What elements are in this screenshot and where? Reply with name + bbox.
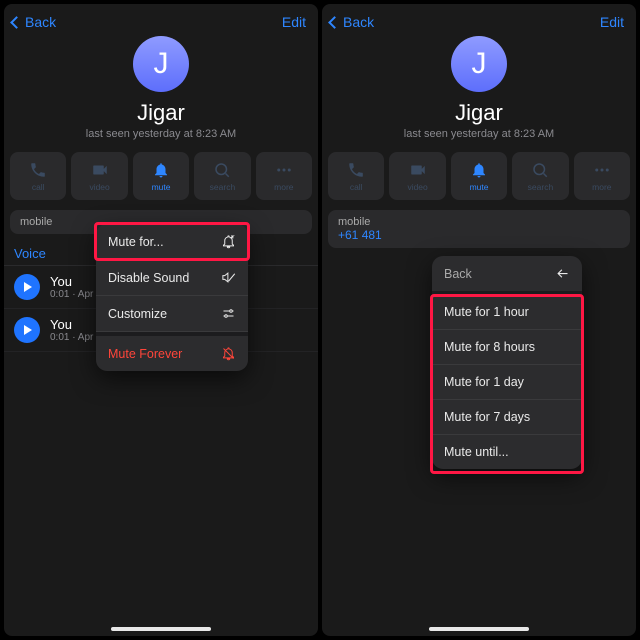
search-icon	[213, 161, 231, 179]
bell-icon	[470, 161, 488, 179]
mobile-number: +61 481	[338, 228, 620, 242]
back-button[interactable]: Back	[12, 14, 56, 30]
chevron-left-icon	[328, 16, 341, 29]
mute-7d-item[interactable]: Mute for 7 days	[432, 400, 582, 435]
phone-icon	[29, 161, 47, 179]
sliders-icon	[221, 306, 236, 321]
bell-icon	[152, 161, 170, 179]
mute-until-item[interactable]: Mute until...	[432, 435, 582, 469]
back-label: Back	[343, 14, 374, 30]
edit-button[interactable]: Edit	[282, 14, 306, 30]
customize-label: Customize	[108, 307, 167, 321]
mute-1d-item[interactable]: Mute for 1 day	[432, 365, 582, 400]
phone-screen-left: Back Edit J Jigar last seen yesterday at…	[4, 4, 318, 636]
avatar-initial: J	[154, 47, 169, 81]
call-action[interactable]: call	[328, 152, 384, 200]
video-action[interactable]: video	[71, 152, 127, 200]
mute-forever-label: Mute Forever	[108, 347, 182, 361]
back-button[interactable]: Back	[330, 14, 374, 30]
call-label: call	[350, 182, 363, 192]
disable-sound-label: Disable Sound	[108, 271, 189, 285]
play-icon	[24, 282, 32, 292]
avatar-initial: J	[472, 47, 487, 81]
search-label: search	[528, 182, 554, 192]
search-action[interactable]: search	[194, 152, 250, 200]
search-action[interactable]: search	[512, 152, 568, 200]
bell-z-icon	[221, 234, 236, 249]
search-icon	[531, 161, 549, 179]
video-icon	[91, 161, 109, 179]
mute-action[interactable]: mute	[133, 152, 189, 200]
chevron-left-icon	[10, 16, 23, 29]
contact-name: Jigar	[322, 100, 636, 126]
play-button[interactable]	[14, 274, 40, 300]
play-button[interactable]	[14, 317, 40, 343]
popup-back-item[interactable]: Back	[432, 256, 582, 295]
mute-label: mute	[152, 182, 171, 192]
action-row: call video mute search more	[4, 152, 318, 200]
video-action[interactable]: video	[389, 152, 445, 200]
mute-label: mute	[470, 182, 489, 192]
more-action[interactable]: more	[574, 152, 630, 200]
disable-sound-item[interactable]: Disable Sound	[96, 260, 248, 296]
mute-for-label: Mute for...	[108, 235, 164, 249]
mute-for-item[interactable]: Mute for...	[96, 224, 248, 260]
home-indicator[interactable]	[111, 627, 211, 631]
speaker-off-icon	[221, 270, 236, 285]
mute-action[interactable]: mute	[451, 152, 507, 200]
action-row: call video mute search more	[322, 152, 636, 200]
more-label: more	[274, 182, 293, 192]
back-label: Back	[25, 14, 56, 30]
video-icon	[409, 161, 427, 179]
contact-name: Jigar	[4, 100, 318, 126]
mute-8h-item[interactable]: Mute for 8 hours	[432, 330, 582, 365]
bell-off-icon	[221, 346, 236, 361]
more-icon	[593, 161, 611, 179]
mute-forever-item[interactable]: Mute Forever	[96, 332, 248, 371]
avatar[interactable]: J	[133, 36, 189, 92]
last-seen: last seen yesterday at 8:23 AM	[322, 128, 636, 140]
avatar[interactable]: J	[451, 36, 507, 92]
edit-button[interactable]: Edit	[600, 14, 624, 30]
mute-1h-item[interactable]: Mute for 1 hour	[432, 295, 582, 330]
home-indicator[interactable]	[429, 627, 529, 631]
arrow-left-icon	[555, 266, 570, 281]
search-label: search	[210, 182, 236, 192]
mobile-label: mobile	[338, 216, 620, 228]
navbar: Back Edit	[322, 4, 636, 36]
last-seen: last seen yesterday at 8:23 AM	[4, 128, 318, 140]
popup-back-label: Back	[444, 267, 472, 281]
call-label: call	[32, 182, 45, 192]
call-action[interactable]: call	[10, 152, 66, 200]
play-icon	[24, 325, 32, 335]
mute-popup: Mute for... Disable Sound Customize Mute…	[96, 224, 248, 371]
more-action[interactable]: more	[256, 152, 312, 200]
navbar: Back Edit	[4, 4, 318, 36]
phone-icon	[347, 161, 365, 179]
more-label: more	[592, 182, 611, 192]
mobile-row[interactable]: mobile +61 481	[328, 210, 630, 248]
customize-item[interactable]: Customize	[96, 296, 248, 332]
mute-duration-popup: Back Mute for 1 hour Mute for 8 hours Mu…	[432, 256, 582, 469]
phone-screen-right: Back Edit J Jigar last seen yesterday at…	[322, 4, 636, 636]
more-icon	[275, 161, 293, 179]
video-label: video	[89, 182, 109, 192]
video-label: video	[407, 182, 427, 192]
